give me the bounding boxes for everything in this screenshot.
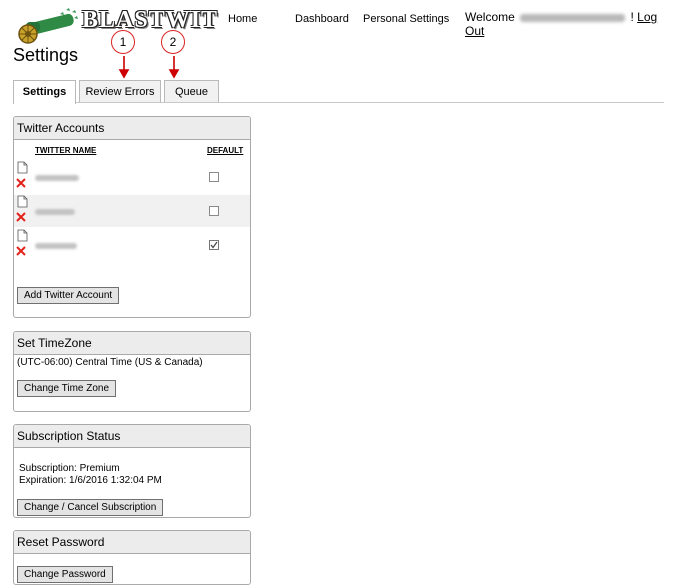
twitter-name-blurred bbox=[35, 175, 79, 181]
change-password-button[interactable]: Change Password bbox=[17, 566, 113, 583]
document-icon[interactable] bbox=[17, 229, 28, 242]
subscription-title: Subscription Status bbox=[14, 425, 250, 448]
add-twitter-account-button[interactable]: Add Twitter Account bbox=[17, 287, 120, 304]
twitter-accounts-panel: Twitter Accounts TWITTER NAME DEFAULT Ad… bbox=[13, 116, 251, 318]
twitter-name-blurred bbox=[35, 209, 75, 215]
twitter-name-blurred bbox=[35, 243, 77, 249]
subscription-expiration: Expiration: 1/6/2016 1:32:04 PM bbox=[19, 475, 162, 486]
twitter-accounts-title: Twitter Accounts bbox=[14, 117, 250, 140]
timezone-title: Set TimeZone bbox=[14, 332, 250, 355]
change-cancel-subscription-button[interactable]: Change / Cancel Subscription bbox=[17, 499, 164, 516]
timezone-panel: Set TimeZone (UTC-06:00) Central Time (U… bbox=[13, 331, 251, 412]
default-checkbox[interactable] bbox=[209, 206, 219, 216]
account-row bbox=[14, 161, 250, 193]
timezone-value: (UTC-06:00) Central Time (US & Canada) bbox=[17, 357, 203, 368]
account-row bbox=[14, 195, 250, 227]
tab-queue[interactable]: Queue bbox=[164, 80, 219, 102]
reset-password-title: Reset Password bbox=[14, 531, 250, 554]
default-checkbox-checked[interactable] bbox=[209, 240, 219, 250]
checkmark-icon bbox=[210, 241, 218, 249]
default-checkbox[interactable] bbox=[209, 172, 219, 182]
down-arrow-icon bbox=[118, 56, 180, 79]
delete-x-icon[interactable] bbox=[16, 246, 26, 256]
document-icon[interactable] bbox=[17, 161, 28, 174]
delete-x-icon[interactable] bbox=[16, 212, 26, 222]
column-twitter-name: TWITTER NAME bbox=[35, 146, 97, 155]
document-icon[interactable] bbox=[17, 195, 28, 208]
tab-review-errors[interactable]: Review Errors bbox=[79, 80, 161, 102]
delete-x-icon[interactable] bbox=[16, 178, 26, 188]
subscription-plan: Subscription: Premium bbox=[19, 463, 120, 474]
subscription-panel: Subscription Status Subscription: Premiu… bbox=[13, 424, 251, 518]
tab-settings[interactable]: Settings bbox=[13, 80, 76, 104]
change-time-zone-button[interactable]: Change Time Zone bbox=[17, 380, 117, 397]
reset-password-panel: Reset Password Change Password bbox=[13, 530, 251, 585]
column-default: DEFAULT bbox=[207, 146, 244, 155]
account-row bbox=[14, 229, 250, 261]
